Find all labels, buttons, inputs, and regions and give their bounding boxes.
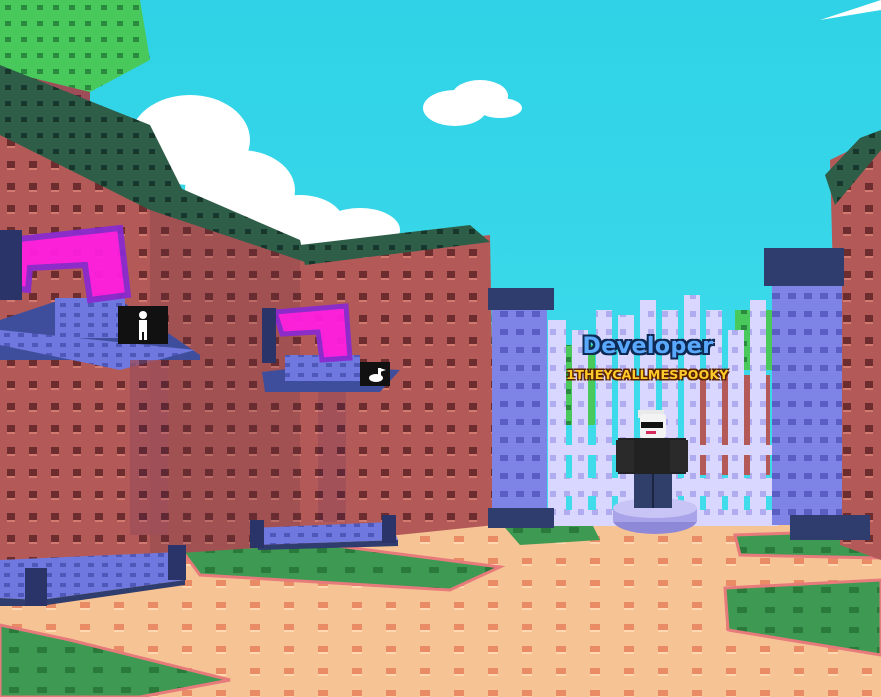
pad-support (318, 392, 346, 522)
pad-icon-plate (360, 362, 390, 386)
pad-support (130, 360, 168, 535)
stone-pillar (488, 288, 554, 528)
game-viewport[interactable] (0, 0, 881, 697)
